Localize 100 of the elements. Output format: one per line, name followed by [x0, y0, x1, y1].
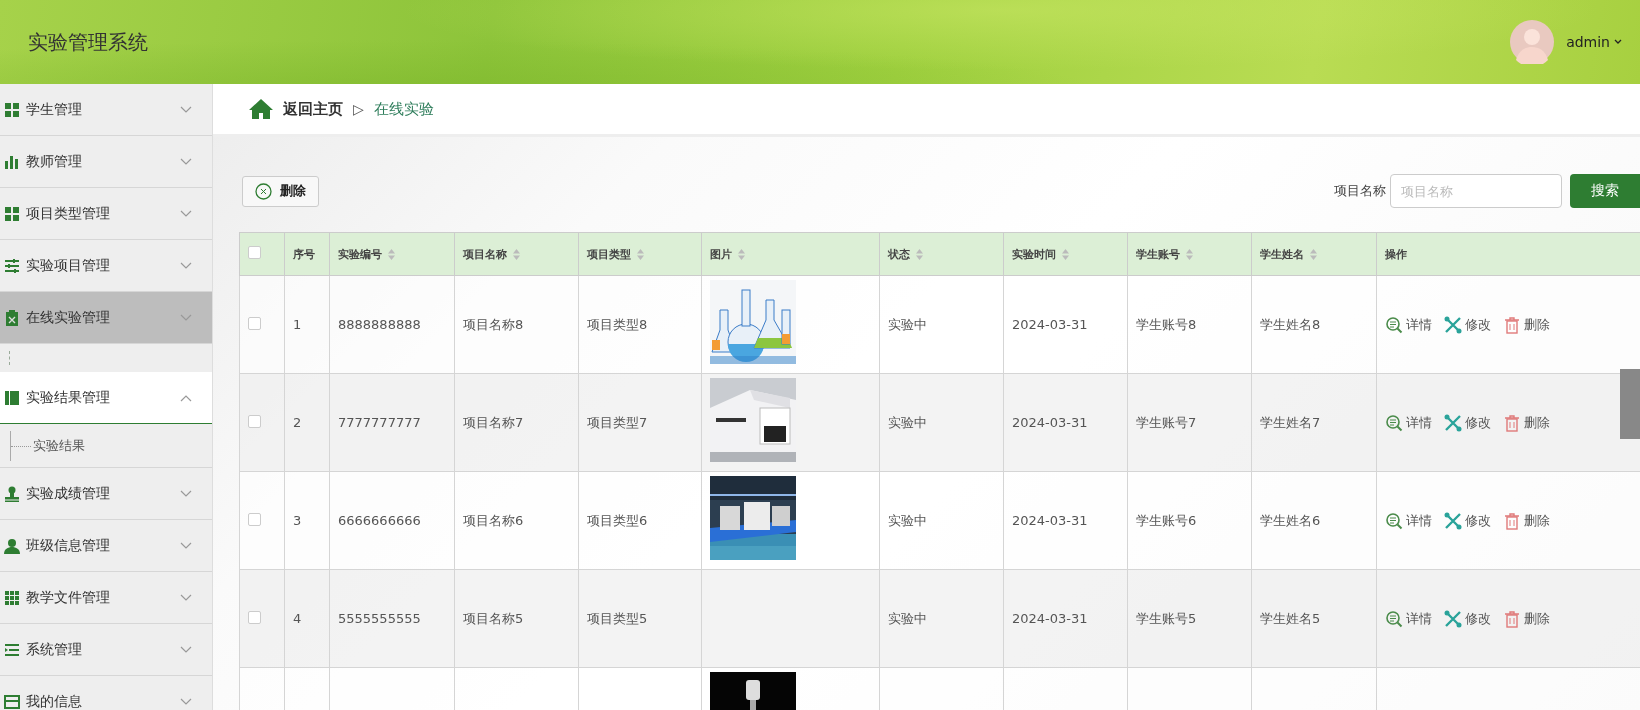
table-cell: 项目名称7	[463, 414, 524, 430]
id-card-icon	[4, 693, 20, 710]
table-cell: 学生账号7	[1136, 414, 1197, 430]
column-header[interactable]: 图片	[701, 232, 880, 276]
table-cell: 学生姓名5	[1260, 610, 1321, 626]
column-header[interactable]: 实验编号	[329, 232, 455, 276]
sort-icon[interactable]	[637, 249, 644, 260]
table-cell: 项目名称5	[463, 610, 524, 626]
action-link[interactable]: 修改	[1444, 511, 1491, 530]
caret-icon[interactable]	[1614, 39, 1622, 45]
column-header[interactable]: 操作	[1376, 232, 1640, 276]
checkbox[interactable]	[248, 316, 261, 330]
chevron-icon	[180, 593, 192, 602]
action-link[interactable]: 删除	[1503, 609, 1550, 628]
sort-icon[interactable]	[916, 249, 923, 260]
table-cell: 2024-03-31	[1012, 317, 1088, 332]
table-cell: 6666666666	[338, 513, 421, 528]
list-icon	[4, 641, 20, 658]
grid-icon	[4, 589, 20, 606]
action-link[interactable]: 详情	[1385, 315, 1432, 334]
action-link[interactable]: 删除	[1503, 413, 1550, 432]
table-cell: 3	[293, 513, 302, 528]
home-link[interactable]: 返回主页	[283, 99, 343, 119]
search-icon	[1385, 609, 1403, 628]
table-cell: 7777777777	[338, 415, 421, 430]
tools-icon	[1444, 511, 1462, 530]
table-cell: 5555555555	[338, 611, 421, 626]
table-cell: 学生账号6	[1136, 512, 1197, 528]
person-icon	[4, 537, 20, 554]
stamp-icon	[4, 485, 20, 502]
tree-line	[10, 430, 31, 461]
tools-icon	[1444, 609, 1462, 628]
chevron-icon	[180, 393, 192, 402]
clipboard-icon	[4, 309, 20, 326]
checkbox[interactable]	[248, 246, 261, 259]
breadcrumb-separator: ▷	[353, 101, 364, 117]
sort-icon[interactable]	[1310, 249, 1317, 260]
column-header[interactable]: 项目类型	[578, 232, 702, 276]
home-icon[interactable]	[249, 99, 273, 119]
column-header[interactable]: 学生姓名	[1251, 232, 1377, 276]
table-cell: 实验中	[888, 414, 927, 430]
app-title: 实验管理系统	[28, 28, 148, 56]
action-link[interactable]: 修改	[1444, 609, 1491, 628]
column-header[interactable]: 序号	[284, 232, 330, 276]
sort-icon[interactable]	[388, 249, 395, 260]
user-menu[interactable]: admin	[1566, 34, 1610, 50]
action-link[interactable]: 详情	[1385, 511, 1432, 530]
search-field[interactable]: 项目名称	[1390, 174, 1562, 208]
column-header[interactable]: 项目名称	[454, 232, 579, 276]
checkbox[interactable]	[248, 414, 261, 428]
table-cell: 项目名称6	[463, 512, 524, 528]
column-header[interactable]: 状态	[879, 232, 1004, 276]
column-header[interactable]: 实验时间	[1003, 232, 1128, 276]
tools-icon	[1444, 413, 1462, 432]
table-cell: 学生姓名7	[1260, 414, 1321, 430]
action-link[interactable]: 修改	[1444, 413, 1491, 432]
trash-icon	[1503, 511, 1521, 530]
sort-icon[interactable]	[738, 249, 745, 260]
action-link[interactable]: 详情	[1385, 609, 1432, 628]
sidebar-subitem[interactable]: 实验结果	[33, 436, 85, 455]
sort-icon[interactable]	[1062, 249, 1069, 260]
trash-icon	[1503, 609, 1521, 628]
table-cell: 项目名称8	[463, 316, 524, 332]
checkbox[interactable]	[248, 512, 261, 526]
table-cell: 2	[293, 415, 302, 430]
broken-image-icon	[710, 494, 796, 498]
chevron-icon	[180, 105, 192, 114]
chevron-icon	[180, 645, 192, 654]
action-link[interactable]: 详情	[1385, 413, 1432, 432]
delete-button[interactable]: 删除	[242, 175, 319, 207]
search-button[interactable]: 搜索	[1570, 174, 1640, 208]
scrollbar-thumb[interactable]	[1620, 369, 1640, 439]
sliders-icon	[4, 257, 20, 274]
avatar[interactable]	[1510, 20, 1555, 64]
checkbox[interactable]	[248, 610, 261, 624]
table-cell: 学生姓名6	[1260, 512, 1321, 528]
action-link[interactable]: 删除	[1503, 511, 1550, 530]
chevron-icon	[180, 313, 192, 322]
sort-icon[interactable]	[513, 249, 520, 260]
sidebar-item[interactable]: 在线实验管理	[0, 292, 212, 344]
chevron-icon	[180, 489, 192, 498]
sidebar-item[interactable]: 实验结果管理	[0, 372, 212, 424]
table-cell: 项目类型8	[587, 316, 648, 332]
breadcrumb-current: 在线实验	[373, 99, 434, 119]
action-link[interactable]: 修改	[1444, 315, 1491, 334]
sort-icon[interactable]	[1186, 249, 1193, 260]
search-icon	[1385, 413, 1403, 432]
column-header[interactable]: 学生账号	[1127, 232, 1252, 276]
tools-icon	[1444, 315, 1462, 334]
bar-chart-icon	[4, 153, 20, 170]
chevron-icon	[180, 697, 192, 706]
table-cell: 2024-03-31	[1012, 513, 1088, 528]
trash-icon	[1503, 413, 1521, 432]
table-cell: 4	[293, 611, 302, 626]
grid-icon	[4, 101, 20, 118]
search-icon	[1385, 315, 1403, 334]
action-link[interactable]: 删除	[1503, 315, 1550, 334]
table-cell: 项目类型6	[587, 512, 648, 528]
table-cell: 1	[293, 317, 302, 332]
table-cell: 实验中	[888, 512, 927, 528]
